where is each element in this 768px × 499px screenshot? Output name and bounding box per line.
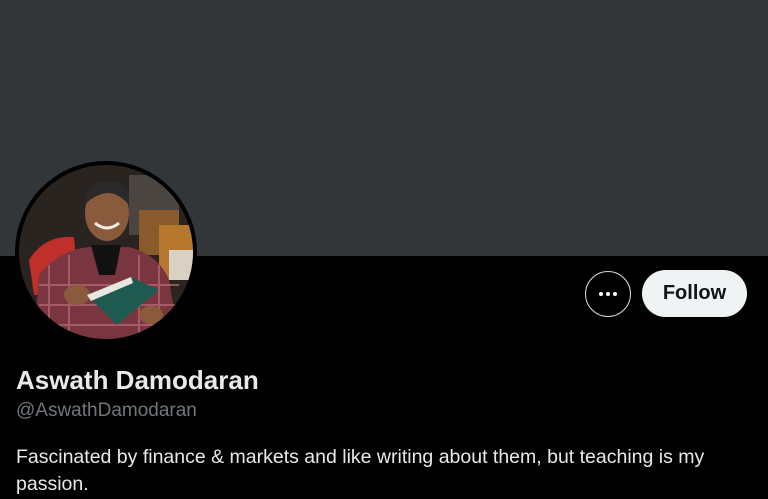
more-options-button[interactable] [585, 271, 631, 317]
follow-button[interactable]: Follow [642, 270, 747, 317]
profile-avatar[interactable] [15, 161, 197, 343]
profile-bio: Fascinated by finance & markets and like… [16, 446, 705, 495]
profile-handle: @AswathDamodaran [16, 400, 197, 421]
avatar-photo [19, 165, 193, 339]
ellipsis-icon [599, 292, 617, 296]
profile-display-name: Aswath Damodaran [16, 365, 259, 395]
